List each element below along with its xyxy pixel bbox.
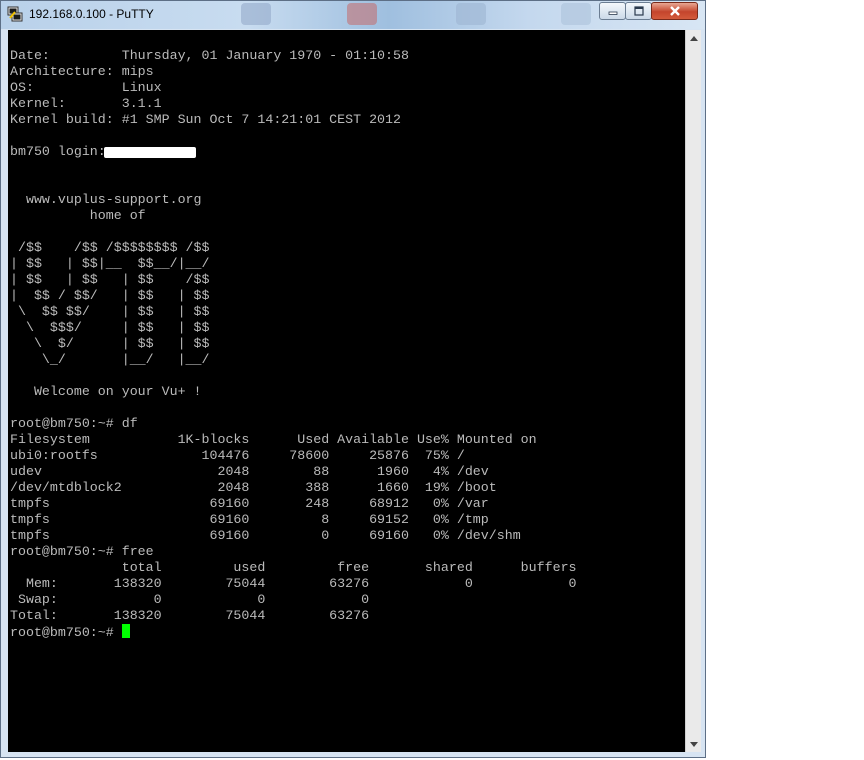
terminal-line: udev 2048 88 1960 4% /dev <box>10 464 489 479</box>
terminal-line: /$$ /$$ /$$$$$$$$ /$$ <box>10 240 210 255</box>
terminal-line: Mem: 138320 75044 63276 0 0 <box>10 576 577 591</box>
terminal-line: \ $$$/ | $$ | $$ <box>10 320 210 335</box>
scroll-up-arrow-icon <box>689 35 698 41</box>
terminal-line: home of <box>10 208 146 223</box>
terminal-line: root@bm750:~# df <box>10 416 138 431</box>
minimize-button[interactable] <box>599 2 626 20</box>
terminal-line: bm750 login: <box>10 144 106 159</box>
terminal-line: Welcome on your Vu+ ! <box>10 384 202 399</box>
terminal-line: Swap: 0 0 0 <box>10 592 370 607</box>
terminal-line: Total: 138320 75044 63276 <box>10 608 370 623</box>
terminal-line: ubi0:rootfs 104476 78600 25876 75% / <box>10 448 465 463</box>
title-bar-decoration <box>561 3 591 25</box>
terminal-output: Date: Thursday, 01 January 1970 - 01:10:… <box>10 48 577 640</box>
vertical-scrollbar[interactable] <box>685 30 701 752</box>
scroll-down-arrow-icon <box>689 741 698 747</box>
maximize-icon <box>633 6 644 16</box>
terminal-line: | $$ | $$|__ $$__/|__/ <box>10 256 210 271</box>
redacted-username <box>104 147 196 158</box>
terminal-line: \ $$ $$/ | $$ | $$ <box>10 304 210 319</box>
terminal-line: | $$ / $$/ | $$ | $$ <box>10 288 210 303</box>
terminal-line: tmpfs 69160 0 69160 0% /dev/shm <box>10 528 521 543</box>
title-bar-decoration <box>456 3 486 25</box>
terminal-line: Kernel: 3.1.1 <box>10 96 162 111</box>
terminal-line: total used free shared buffers <box>10 560 577 575</box>
terminal-line: tmpfs 69160 8 69152 0% /tmp <box>10 512 489 527</box>
maximize-button[interactable] <box>625 2 652 20</box>
terminal-line: www.vuplus-support.org <box>10 192 202 207</box>
terminal-cursor <box>121 624 130 638</box>
close-icon <box>669 6 680 16</box>
title-bar[interactable]: 192.168.0.100 - PuTTY <box>1 1 705 29</box>
terminal-line: Kernel build: #1 SMP Sun Oct 7 14:21:01 … <box>10 112 401 127</box>
putty-window: 192.168.0.100 - PuTTY Date: Thursday, 01… <box>0 0 706 758</box>
terminal-line: Date: Thursday, 01 January 1970 - 01:10:… <box>10 48 409 63</box>
terminal-prompt: root@bm750:~# <box>10 625 122 640</box>
terminal-screen[interactable]: Date: Thursday, 01 January 1970 - 01:10:… <box>8 30 685 752</box>
terminal-line: Architecture: mips <box>10 64 154 79</box>
title-bar-decoration <box>347 3 377 25</box>
terminal-line: Filesystem 1K-blocks Used Available Use%… <box>10 432 537 447</box>
terminal-line: \ $/ | $$ | $$ <box>10 336 210 351</box>
terminal-line: /dev/mtdblock2 2048 388 1660 19% /boot <box>10 480 497 495</box>
minimize-icon <box>608 11 617 15</box>
terminal-line: | $$ | $$ | $$ /$$ <box>10 272 210 287</box>
terminal-line: root@bm750:~# free <box>10 544 154 559</box>
scroll-up-button[interactable] <box>686 30 701 46</box>
window-title: 192.168.0.100 - PuTTY <box>29 7 154 21</box>
scroll-down-button[interactable] <box>686 736 701 752</box>
terminal-line: tmpfs 69160 248 68912 0% /var <box>10 496 489 511</box>
close-button[interactable] <box>651 2 698 20</box>
title-bar-decoration <box>241 3 271 25</box>
putty-icon[interactable] <box>7 6 23 22</box>
terminal-line: \_/ |__/ |__/ <box>10 352 210 367</box>
terminal-line: OS: Linux <box>10 80 162 95</box>
terminal-prompt-line: root@bm750:~# <box>10 624 577 640</box>
